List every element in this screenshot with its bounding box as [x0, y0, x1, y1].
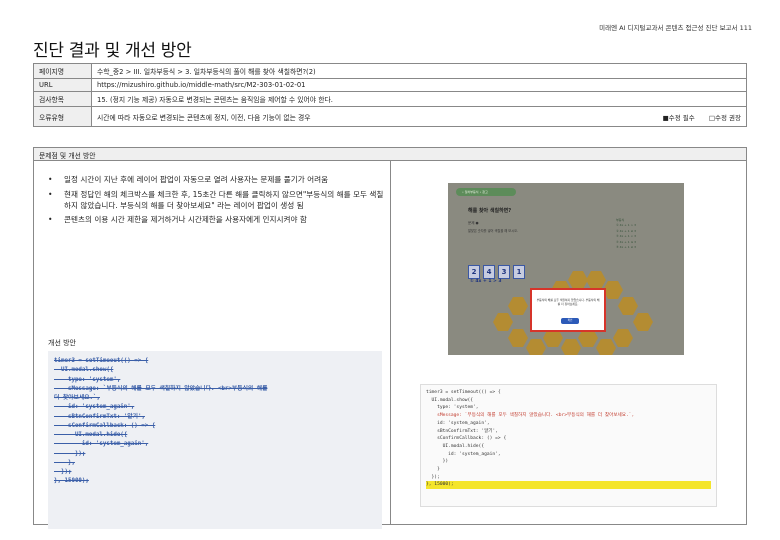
code-line: },	[54, 459, 75, 466]
report-header: 미래엔 AI 디지털교과서 콘텐츠 접근성 진단 보고서 111	[599, 24, 752, 32]
list-item: ⑤ 4x + 1 ≥ 3	[616, 244, 636, 249]
info-key: URL	[33, 78, 92, 92]
code-line: });	[54, 450, 86, 457]
question-title: 해를 찾아 색칠하면?	[468, 208, 512, 214]
choice-list: 부등식 ① 4x + 1 > 3 ② 4x + 1 ≥ 3 ③ 4x + 1 <…	[616, 218, 636, 250]
check-recommended: □수정 권장	[708, 113, 741, 122]
code-line: sBtnConfirmTxt: '알기',	[426, 428, 499, 434]
code-line: sConfirmCallback: () => {	[54, 422, 156, 429]
code-line: type: 'system',	[54, 376, 121, 383]
code-line: UI.modal.show({	[54, 367, 114, 374]
number-cards: 2431	[468, 259, 528, 279]
info-key: 검사항목	[33, 91, 92, 107]
code-line: }	[426, 467, 440, 473]
code-screenshot: timer3 = setTimeout(() => { UI.modal.sho…	[420, 384, 717, 507]
code-line: sMessage: `부등식의 해를 모두 색칠하지 않았습니다. <br>부등…	[426, 413, 635, 419]
code-line: type: 'system',	[426, 405, 479, 411]
number-card: 3	[498, 265, 510, 279]
code-line: }, 15000);	[54, 478, 89, 485]
question-hint: 알맞은 숫자를 넣어 색칠을 해 보시오.	[468, 229, 519, 233]
code-line: sMessage: `부등식의 해를 모두 색칠하지 않았습니다. <br>부등…	[54, 385, 268, 392]
code-line: timer3 = setTimeout(() => {	[426, 390, 501, 395]
error-type-text: 시간에 따라 자동으로 변경되는 콘텐츠에 정지, 이전, 다음 기능이 없는 …	[97, 113, 311, 122]
improve-label: 개선 방안	[48, 339, 76, 347]
table-row: 오류유형 시간에 따라 자동으로 변경되는 콘텐츠에 정지, 이전, 다음 기능…	[33, 106, 747, 127]
question-sub: 문제 ●	[468, 221, 479, 225]
number-card: 2	[468, 265, 480, 279]
number-card: 4	[483, 265, 495, 279]
content-screenshot: • 일차부등식 • 참고 해를 찾아 색칠하면? 문제 ● 알맞은 숫자를 넣어…	[448, 183, 684, 355]
list-item: 콘텐츠의 이용 시간 제한을 제거하거나 시간제한을 사용자에게 인지시켜야 함	[48, 215, 384, 226]
info-value: 수학_중2 > III. 일차부등식 > 3. 일차부등식의 풀이 해를 찾아 …	[91, 63, 747, 79]
fix-level: ■수정 필수 □수정 권장	[651, 112, 741, 122]
info-key: 오류유형	[33, 106, 92, 127]
info-key: 페이지명	[33, 63, 92, 79]
code-line: UI.modal.show({	[426, 397, 474, 403]
unit-pill: • 일차부등식 • 참고	[456, 188, 516, 196]
code-line: });	[426, 474, 440, 480]
popup-message: 부등식의 해를 모두 색칠하지 않았습니다. 부등식의 해를 더 찾아보세요.	[536, 298, 600, 307]
info-value-url: https://mizushiro.github.io/middle-math/…	[91, 78, 747, 92]
problem-list: 일정 시간이 지난 후에 레이어 팝업이 자동으로 열려 사용자는 문제를 풀기…	[48, 175, 384, 230]
list-item: ③ 4x + 1 < 3	[616, 234, 636, 239]
layer-popup: 부등식의 해를 모두 색칠하지 않았습니다. 부등식의 해를 더 찾아보세요. …	[530, 288, 606, 332]
popup-confirm-button: 확인	[561, 318, 579, 324]
check-required: ■수정 필수	[662, 113, 695, 122]
page-title: 진단 결과 및 개선 방안	[33, 41, 192, 61]
code-line: id: 'system_again',	[426, 420, 490, 426]
info-table: 페이지명 수학_중2 > III. 일차부등식 > 3. 일차부등식의 풀이 해…	[33, 63, 747, 127]
code-line: });	[54, 469, 72, 476]
code-line: id: 'system_again',	[54, 441, 149, 448]
info-value: 15. (정지 기능 제공) 자동으로 변경되는 콘텐츠는 움직임을 제어할 수…	[91, 91, 747, 107]
list-item: 현재 정답인 해의 체크박스를 체크한 후, 15초간 다른 해를 클릭하지 않…	[48, 190, 384, 212]
code-line: sBtnConfirmTxt: '알기',	[54, 413, 145, 420]
table-row: URL https://mizushiro.github.io/middle-m…	[33, 78, 747, 92]
issue-left-column: 일정 시간이 지난 후에 레이어 팝업이 자동으로 열려 사용자는 문제를 풀기…	[34, 161, 391, 529]
info-value: 시간에 따라 자동으로 변경되는 콘텐츠에 정지, 이전, 다음 기능이 없는 …	[91, 106, 747, 127]
code-line: })	[426, 459, 449, 465]
table-row: 페이지명 수학_중2 > III. 일차부등식 > 3. 일차부등식의 풀이 해…	[33, 63, 747, 79]
code-line: UI.modal.hide({	[426, 443, 485, 449]
list-item: ① 4x + 1 > 3	[616, 223, 636, 228]
code-line: 더 찾아보세요.`,	[54, 395, 100, 402]
number-card: 1	[513, 265, 525, 279]
issue-right-column: • 일차부등식 • 참고 해를 찾아 색칠하면? 문제 ● 알맞은 숫자를 넣어…	[391, 161, 746, 524]
code-line-highlighted: }, 15000);	[426, 481, 711, 490]
equation-label: ① 4x + 1 > 3	[470, 279, 502, 284]
improvement-code: timer3 = setTimeout(() => { UI.modal.sho…	[48, 351, 382, 529]
issue-heading: 문제점 및 개선 방안	[34, 148, 746, 161]
code-line: id: 'system_again',	[54, 404, 135, 411]
code-line: timer3 = setTimeout(() => {	[54, 358, 149, 364]
code-line: sConfirmCallback: () => {	[426, 436, 507, 442]
code-line: id: 'system_again',	[426, 451, 501, 457]
issue-body: 일정 시간이 지난 후에 레이어 팝업이 자동으로 열려 사용자는 문제를 풀기…	[34, 161, 746, 529]
code-line: UI.modal.hide({	[54, 432, 128, 439]
list-item: 일정 시간이 지난 후에 레이어 팝업이 자동으로 열려 사용자는 문제를 풀기…	[48, 175, 384, 186]
issue-section: 문제점 및 개선 방안 일정 시간이 지난 후에 레이어 팝업이 자동으로 열려…	[33, 147, 747, 529]
table-row: 검사항목 15. (정지 기능 제공) 자동으로 변경되는 콘텐츠는 움직임을 …	[33, 91, 747, 107]
